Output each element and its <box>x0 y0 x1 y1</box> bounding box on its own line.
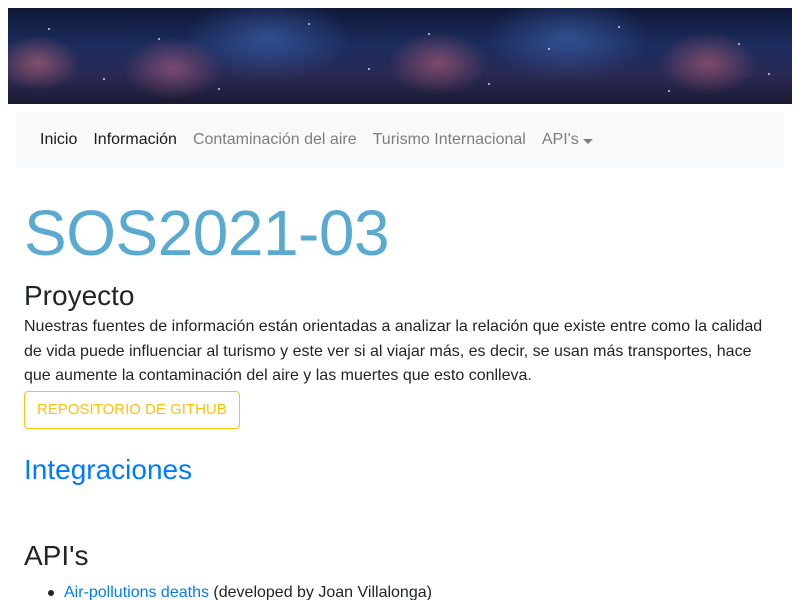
github-repository-button[interactable]: REPOSITORIO DE GITHUB <box>24 390 240 429</box>
api-link-air-pollution[interactable]: Air-pollutions deaths <box>64 584 209 600</box>
api-list: Air-pollutions deaths (developed by Joan… <box>24 581 784 600</box>
api-developer-note: (developed by Joan Villalonga) <box>208 583 432 600</box>
nav-item-apis-dropdown[interactable]: API's <box>534 131 601 149</box>
nav-item-turismo[interactable]: Turismo Internacional <box>365 131 534 149</box>
list-item: Air-pollutions deaths (developed by Joan… <box>48 581 784 600</box>
nav-item-contaminacion[interactable]: Contaminación del aire <box>185 131 365 149</box>
page-title: SOS2021-03 <box>24 197 390 269</box>
nav-item-apis-label: API's <box>541 131 579 148</box>
header-banner-image <box>8 8 792 104</box>
caret-down-icon <box>582 138 593 144</box>
navbar: Inicio Información Contaminación del air… <box>16 112 784 168</box>
bullet-icon <box>48 589 54 596</box>
apis-heading: API's <box>24 539 89 571</box>
main-content: SOS2021-03 Proyecto Nuestras fuentes de … <box>24 195 784 600</box>
nav-item-inicio[interactable]: Inicio <box>32 131 85 149</box>
project-heading: Proyecto <box>24 280 135 311</box>
project-description: Nuestras fuentes de información están or… <box>24 318 763 384</box>
integrations-link[interactable]: Integraciones <box>24 453 192 487</box>
nav-item-informacion[interactable]: Información <box>85 131 185 149</box>
